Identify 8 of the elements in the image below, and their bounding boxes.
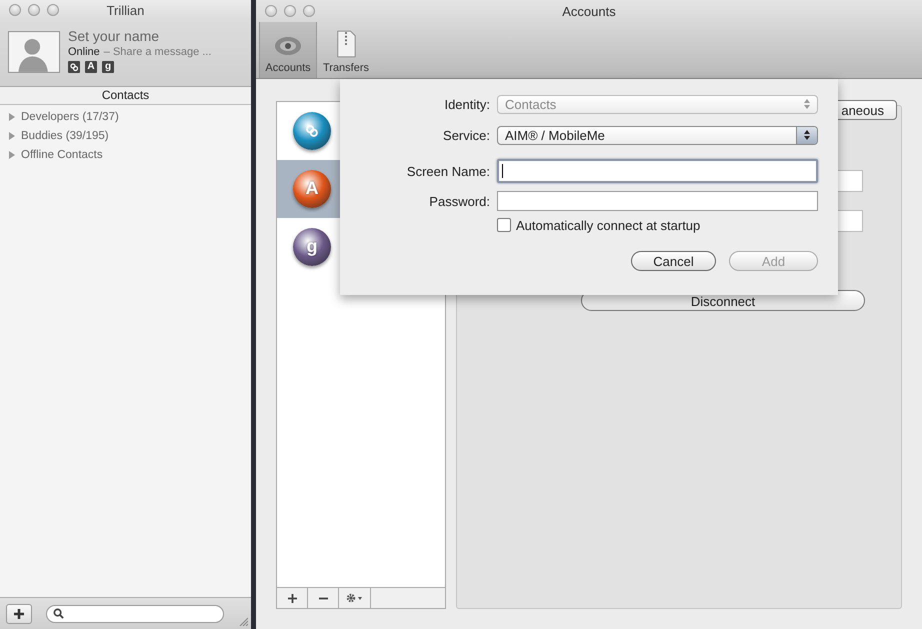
field-label: Screen Name: (406, 164, 490, 178)
field-label: Service: (442, 128, 490, 142)
field-label: Password: (428, 194, 490, 208)
contacts-header: Contacts (0, 87, 251, 105)
window-title: Trillian (106, 2, 146, 18)
field-label: Identity: (443, 96, 490, 112)
service-orb-icon: g (293, 228, 331, 266)
window-title: Accounts (561, 4, 617, 18)
